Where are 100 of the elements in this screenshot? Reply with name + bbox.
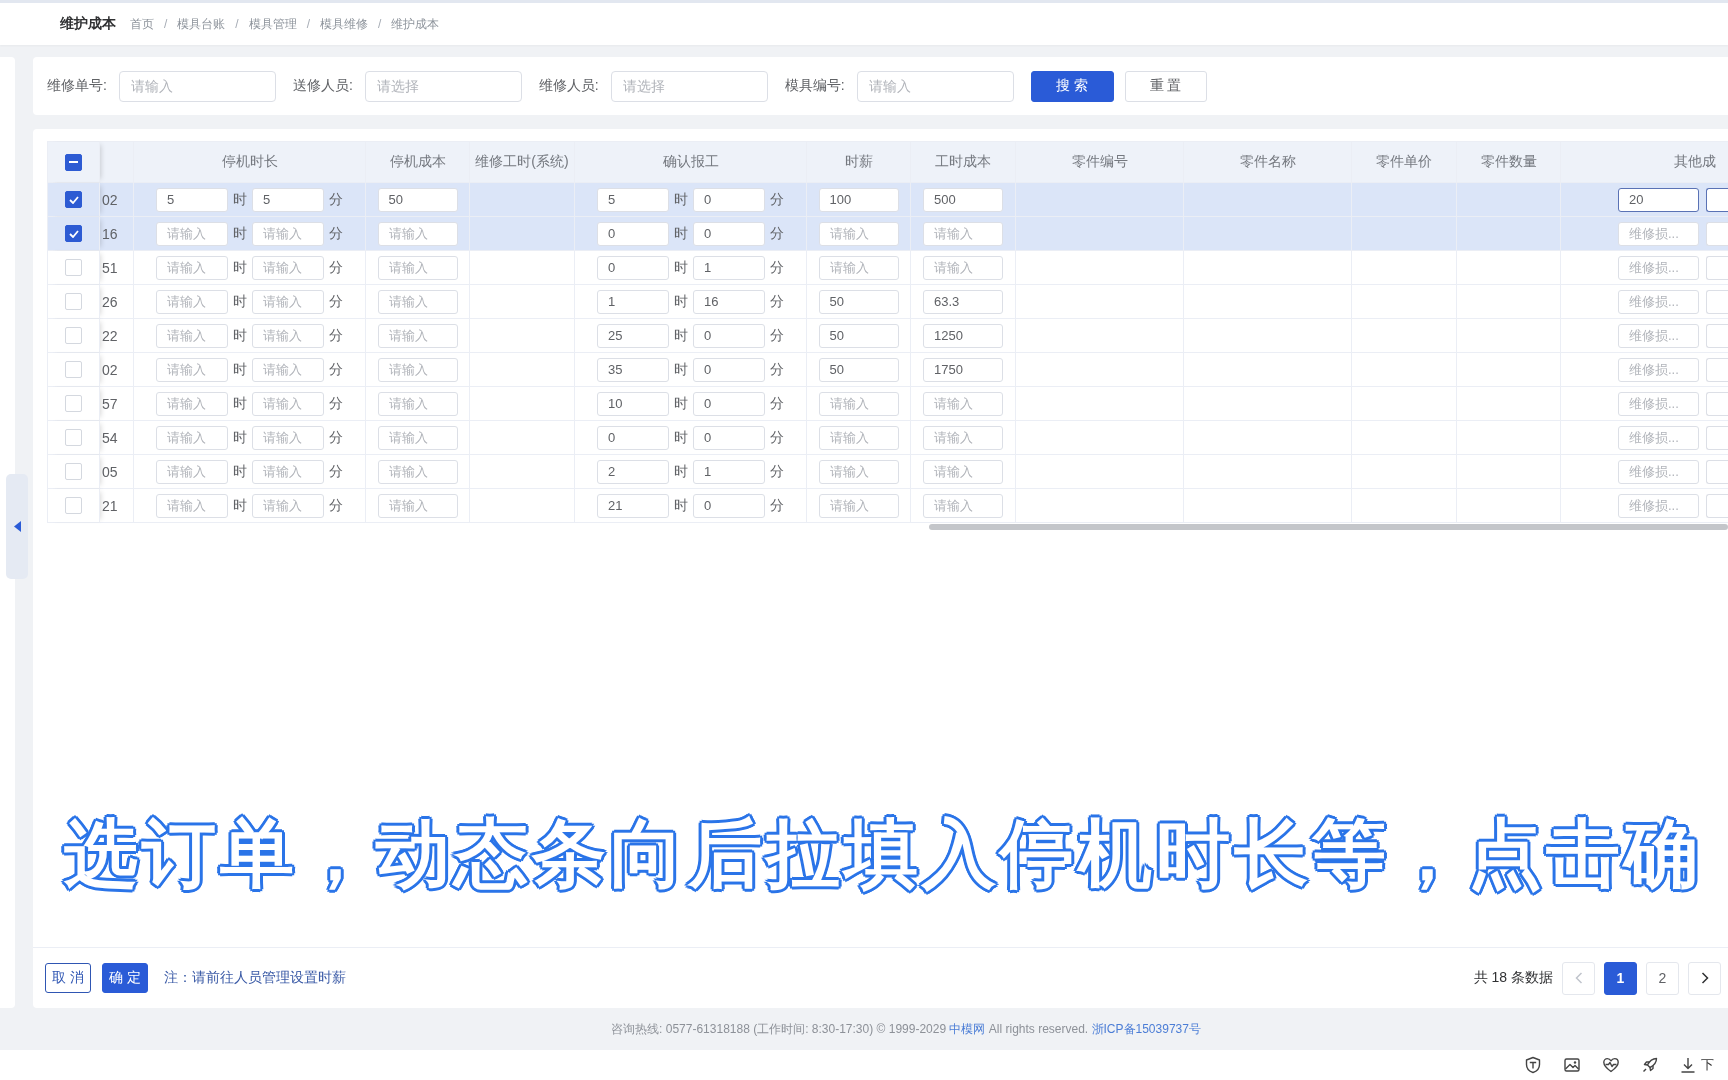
input-field[interactable]: 请输入 (377, 221, 458, 246)
input-field[interactable]: 5 (156, 187, 228, 212)
input-field[interactable]: 0 (597, 425, 669, 450)
table-row[interactable]: 21 请输入 时 请输入 分 请输入 21 时 0 分 请输入 请输入 维修损... (48, 489, 1728, 523)
input-field[interactable]: 0 (597, 221, 669, 246)
page-button[interactable]: 2 (1646, 961, 1679, 995)
table-row[interactable]: 02 5 时 5 分 50 5 时 0 分 100 500 20 (48, 183, 1728, 217)
input-field[interactable]: 请输入 (156, 425, 228, 450)
rocket-icon[interactable] (1641, 1056, 1659, 1074)
image-icon[interactable] (1563, 1056, 1581, 1074)
input-field[interactable]: 请输入 (156, 289, 228, 314)
table-row[interactable]: 51 请输入 时 请输入 分 请输入 0 时 1 分 请输入 请输入 维修损... (48, 251, 1728, 285)
heart-pulse-icon[interactable] (1602, 1056, 1620, 1074)
breadcrumb-link[interactable]: 首页 (130, 15, 154, 33)
input-field[interactable]: 请输入 (252, 391, 324, 416)
input-field[interactable]: 请输入 (156, 221, 228, 246)
table-row[interactable]: 02 请输入 时 请输入 分 请输入 35 时 0 分 50 1750 维修损... (48, 353, 1728, 387)
input-field[interactable]: 25 (597, 323, 669, 348)
table-row[interactable]: 54 请输入 时 请输入 分 请输入 0 时 0 分 请输入 请输入 维修损... (48, 421, 1728, 455)
next-page-button[interactable] (1688, 961, 1721, 995)
input-field[interactable]: 请输入 (156, 323, 228, 348)
input-field[interactable]: 维修损... (1618, 357, 1699, 382)
input-field[interactable]: 维修损... (1618, 425, 1699, 450)
page-button[interactable]: 1 (1604, 961, 1637, 995)
input-field[interactable]: 维修损... (1618, 493, 1699, 518)
input-field[interactable]: 5 (597, 187, 669, 212)
input-field[interactable]: 10 (597, 391, 669, 416)
input-field[interactable]: 2 (597, 459, 669, 484)
input-field[interactable]: 请输入 (377, 255, 458, 280)
input-field[interactable]: 0 (693, 357, 765, 382)
input-field[interactable]: 请输入 (156, 255, 228, 280)
input-field[interactable]: 请输入 (923, 459, 1003, 484)
input-field[interactable]: 请输入 (818, 459, 899, 484)
input-field[interactable]: 请输入 (818, 255, 899, 280)
input-field[interactable]: 0 (693, 323, 765, 348)
input-field[interactable]: 维修损... (1618, 459, 1699, 484)
input-field[interactable]: 0 (597, 255, 669, 280)
input-field[interactable]: 请输入 (377, 459, 458, 484)
input-field[interactable]: 21 (597, 493, 669, 518)
input-field[interactable]: 请输入 (252, 493, 324, 518)
collapse-tab[interactable] (6, 474, 28, 579)
input-field[interactable]: 维修损... (1618, 391, 1699, 416)
input-field[interactable]: 维修损... (1618, 255, 1699, 280)
input-field[interactable] (1706, 187, 1728, 212)
input-field[interactable]: 50 (377, 187, 458, 212)
input-field[interactable]: 请输入 (377, 425, 458, 450)
reset-button[interactable]: 重 置 (1124, 70, 1207, 102)
input-field[interactable]: 50 (818, 357, 899, 382)
input-field[interactable]: 请输入 (156, 459, 228, 484)
input-field[interactable]: 请输入 (923, 425, 1003, 450)
table-row[interactable]: 22 请输入 时 请输入 分 请输入 25 时 0 分 50 1250 维修损... (48, 319, 1728, 353)
table-row[interactable]: 57 请输入 时 请输入 分 请输入 10 时 0 分 请输入 请输入 维修损... (48, 387, 1728, 421)
input-field[interactable]: 请输入 (252, 255, 324, 280)
input-field[interactable]: 请输入 (156, 493, 228, 518)
confirm-button[interactable]: 确 定 (102, 963, 148, 993)
input-field[interactable]: 0 (693, 425, 765, 450)
input-field[interactable]: 100 (818, 187, 899, 212)
table-row[interactable]: 05 请输入 时 请输入 分 请输入 2 时 1 分 请输入 请输入 维修损... (48, 455, 1728, 489)
footer-link[interactable]: 浙ICP备15039737号 (1091, 1021, 1201, 1036)
input-field[interactable]: 16 (693, 289, 765, 314)
breadcrumb-link[interactable]: 模具管理 (248, 15, 297, 33)
input-field[interactable]: 请输入 (818, 425, 899, 450)
input-field[interactable]: 35 (597, 357, 669, 382)
input-field[interactable]: 0 (693, 221, 765, 246)
input-field[interactable]: 请选择 (610, 70, 768, 102)
input-field[interactable]: 1250 (923, 323, 1003, 348)
input-field[interactable]: 请选择 (364, 70, 522, 102)
footer-link[interactable]: 中模网 (949, 1021, 986, 1036)
input-field[interactable]: 0 (693, 391, 765, 416)
input-field[interactable]: 请输入 (252, 357, 324, 382)
input-field[interactable]: 维修损... (1618, 289, 1699, 314)
checkbox[interactable] (65, 225, 82, 242)
input-field[interactable]: 请输入 (118, 70, 276, 102)
download-button[interactable]: 下 (1680, 1056, 1714, 1074)
input-field[interactable]: 50 (818, 323, 899, 348)
input-field[interactable]: 请输入 (377, 289, 458, 314)
input-field[interactable]: 维修损... (1618, 323, 1699, 348)
input-field[interactable]: 5 (252, 187, 324, 212)
input-field[interactable]: 请输入 (377, 493, 458, 518)
input-field[interactable]: 500 (923, 187, 1003, 212)
checkbox[interactable] (65, 191, 82, 208)
input-field[interactable]: 请输入 (377, 391, 458, 416)
input-field[interactable]: 请输入 (252, 289, 324, 314)
input-field[interactable]: 请输入 (923, 255, 1003, 280)
input-field[interactable]: 请输入 (856, 70, 1014, 102)
input-field[interactable]: 1750 (923, 357, 1003, 382)
table-row[interactable]: 26 请输入 时 请输入 分 请输入 1 时 16 分 50 63.3 维修损... (48, 285, 1728, 319)
breadcrumb-link[interactable]: 模具维修 (320, 15, 369, 33)
input-field[interactable]: 50 (818, 289, 899, 314)
input-field[interactable]: 20 (1618, 187, 1699, 212)
input-field[interactable]: 1 (597, 289, 669, 314)
input-field[interactable]: 请输入 (252, 425, 324, 450)
input-field[interactable]: 请输入 (923, 391, 1003, 416)
input-field[interactable]: 0 (693, 493, 765, 518)
scrollbar-thumb[interactable] (929, 524, 1728, 530)
input-field[interactable]: 请输入 (377, 357, 458, 382)
input-field[interactable]: 请输入 (156, 391, 228, 416)
input-field[interactable]: 63.3 (923, 289, 1003, 314)
search-button[interactable]: 搜 索 (1030, 70, 1114, 102)
table-row[interactable]: 16 请输入 时 请输入 分 请输入 0 时 0 分 请输入 请输入 维修损... (48, 217, 1728, 251)
